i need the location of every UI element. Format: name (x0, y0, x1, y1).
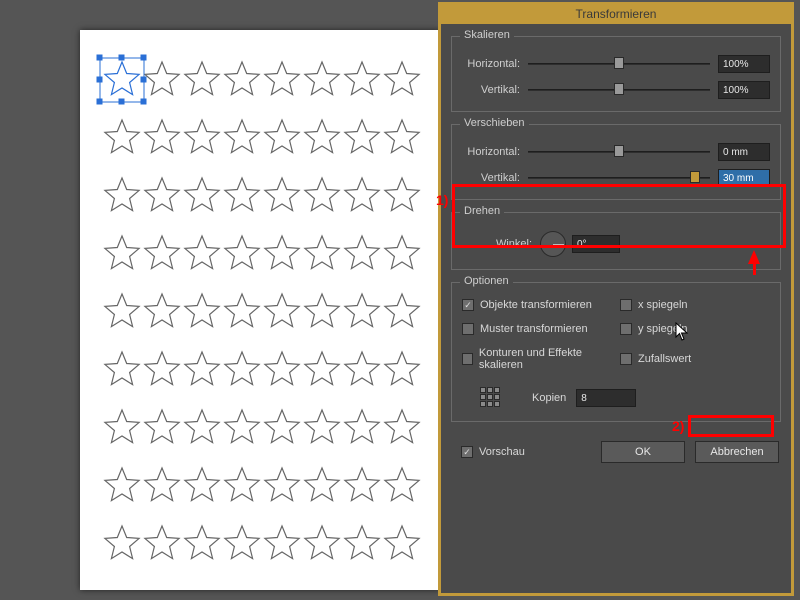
copies-input[interactable] (576, 389, 636, 407)
scale-v-input[interactable] (718, 81, 770, 99)
ok-button[interactable]: OK (601, 441, 685, 463)
section-options: Optionen ✓ Objekte transformieren x spie… (451, 282, 781, 422)
section-move: Verschieben Horizontal: Vertikal: (451, 124, 781, 200)
legend-scale: Skalieren (460, 29, 514, 41)
checkbox-icon (462, 353, 473, 365)
move-h-label: Horizontal: (462, 146, 520, 158)
scale-h-slider[interactable] (528, 57, 710, 71)
checkbox-icon (620, 299, 632, 311)
dialog-title: Transformieren (441, 5, 791, 24)
transform-dialog: Transformieren Skalieren Horizontal: Ver… (438, 2, 794, 596)
opt-transform-objects[interactable]: ✓ Objekte transformieren (462, 299, 612, 311)
opt-scale-strokes[interactable]: Konturen und Effekte skalieren (462, 347, 612, 371)
move-v-label: Vertikal: (462, 172, 520, 184)
copies-label: Kopien (532, 392, 566, 404)
reference-point-grid[interactable] (480, 387, 502, 409)
opt-reflect-x[interactable]: x spiegeln (620, 299, 770, 311)
legend-move: Verschieben (460, 117, 529, 129)
scale-v-label: Vertikal: (462, 84, 520, 96)
checkbox-icon (462, 323, 474, 335)
legend-options: Optionen (460, 275, 513, 287)
move-h-input[interactable] (718, 143, 770, 161)
section-scale: Skalieren Horizontal: Vertikal: (451, 36, 781, 112)
angle-dial[interactable] (540, 231, 566, 257)
section-rotate: Drehen Winkel: (451, 212, 781, 270)
canvas-svg (80, 30, 440, 590)
move-v-input[interactable] (718, 169, 770, 187)
move-v-slider[interactable] (528, 171, 710, 185)
rotate-angle-label: Winkel: (488, 238, 532, 250)
checkbox-icon (620, 323, 632, 335)
scale-v-slider[interactable] (528, 83, 710, 97)
opt-random[interactable]: Zufallswert (620, 347, 770, 371)
opt-reflect-y[interactable]: y spiegeln (620, 323, 770, 335)
checkbox-icon (620, 353, 632, 365)
canvas[interactable] (80, 30, 440, 590)
preview-checkbox[interactable]: ✓ Vorschau (461, 446, 525, 458)
move-h-slider[interactable] (528, 145, 710, 159)
opt-transform-patterns[interactable]: Muster transformieren (462, 323, 612, 335)
rotate-angle-input[interactable] (572, 235, 620, 253)
checkbox-icon: ✓ (461, 446, 473, 458)
workspace: Transformieren Skalieren Horizontal: Ver… (0, 0, 800, 600)
legend-rotate: Drehen (460, 205, 504, 217)
scale-h-input[interactable] (718, 55, 770, 73)
cancel-button[interactable]: Abbrechen (695, 441, 779, 463)
scale-h-label: Horizontal: (462, 58, 520, 70)
checkbox-icon: ✓ (462, 299, 474, 311)
